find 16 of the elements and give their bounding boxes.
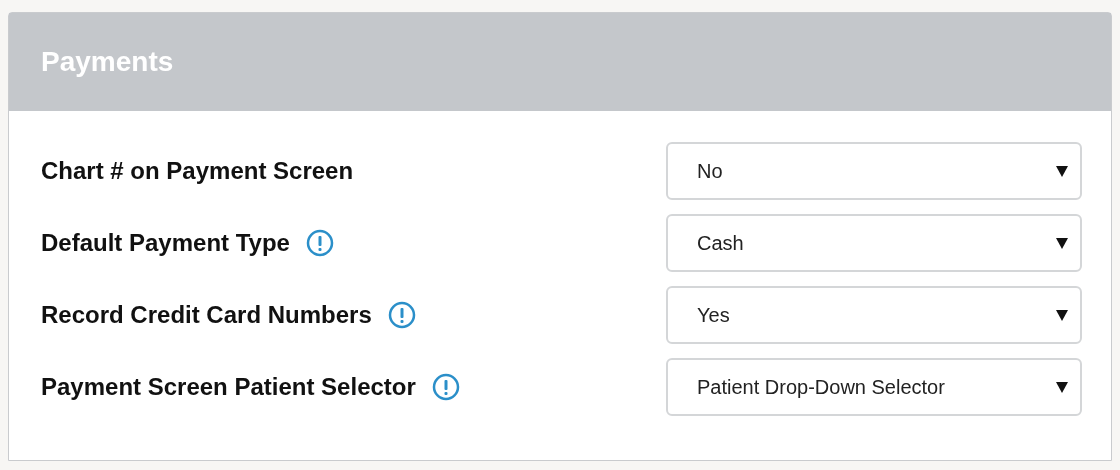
- caret-icon: [1056, 237, 1068, 249]
- setting-label: Chart # on Payment Screen: [41, 156, 354, 186]
- info-icon[interactable]: [431, 373, 460, 401]
- setting-label: Record Credit Card Numbers: [41, 300, 372, 330]
- select-dropdown[interactable]: Yes: [666, 286, 1082, 344]
- select-dropdown[interactable]: No: [666, 142, 1082, 200]
- info-icon[interactable]: [305, 229, 334, 257]
- setting-label: Payment Screen Patient Selector: [41, 372, 416, 402]
- select-dropdown[interactable]: Patient Drop-Down Selector: [666, 358, 1082, 416]
- setting-label: Default Payment Type: [41, 228, 290, 258]
- caret-icon: [1056, 381, 1068, 393]
- caret-icon: [1056, 309, 1068, 321]
- select-dropdown[interactable]: Cash: [666, 214, 1082, 272]
- info-icon[interactable]: [387, 301, 416, 329]
- caret-icon: [1056, 165, 1068, 177]
- panel-title: Payments: [41, 45, 174, 79]
